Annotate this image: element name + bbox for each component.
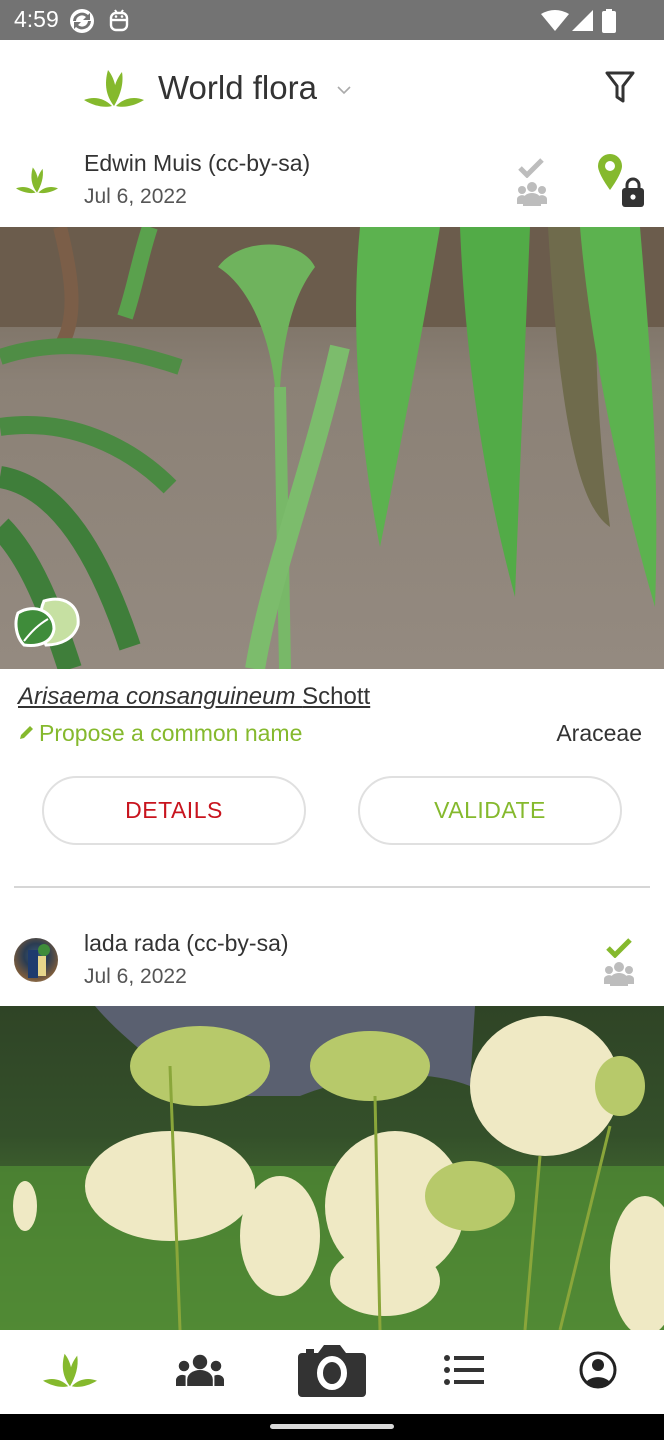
cell-signal-icon: [572, 10, 594, 37]
group-icon: [176, 1354, 224, 1391]
species-name: Arisaema consanguineum: [18, 683, 296, 710]
plantnet-leaf-logo: [84, 68, 144, 113]
sync-app-icon: [68, 7, 96, 40]
filter-icon[interactable]: [604, 70, 636, 109]
list-icon: [444, 1354, 484, 1390]
plantnet-leaf-avatar: [16, 166, 60, 210]
user-photo-avatar[interactable]: [14, 938, 58, 982]
camera-tab[interactable]: [266, 1330, 398, 1414]
propose-common-name-link[interactable]: Propose a common name: [18, 720, 302, 747]
species-authority: Schott: [302, 683, 371, 710]
chevron-down-icon[interactable]: [336, 82, 352, 100]
location-pin-icon[interactable]: [597, 154, 623, 195]
group-icon: [604, 960, 634, 991]
camera-icon: [298, 1343, 366, 1402]
flora-tab[interactable]: [4, 1330, 136, 1414]
leaf-icon: [43, 1352, 97, 1393]
author-name[interactable]: lada rada (cc-by-sa): [84, 930, 289, 957]
app-bar: World flora: [0, 40, 664, 140]
group-icon: [517, 180, 547, 211]
observation-date: Jul 6, 2022: [84, 965, 187, 988]
wifi-icon: [541, 10, 569, 37]
community-tab[interactable]: [134, 1330, 266, 1414]
observation-photo[interactable]: [0, 1006, 664, 1330]
details-button[interactable]: DETAILS: [42, 776, 306, 845]
battery-icon: [602, 9, 616, 38]
account-circle-icon: [579, 1351, 617, 1394]
meadowsweet-photo: [0, 1006, 664, 1330]
leaf-badge-icon: [14, 595, 80, 654]
notification-app-icon: [108, 9, 130, 38]
bottom-navigation: [0, 1330, 664, 1414]
validate-button[interactable]: VALIDATE: [358, 776, 622, 845]
status-time: 4:59: [14, 6, 59, 32]
observation-photo[interactable]: [0, 227, 664, 669]
observation-header[interactable]: Edwin Muis (cc-by-sa) Jul 6, 2022: [0, 140, 664, 226]
propose-label: Propose a common name: [39, 720, 303, 746]
observation-header[interactable]: lada rada (cc-by-sa) Jul 6, 2022: [0, 920, 664, 1006]
scientific-name-link[interactable]: Arisaema consanguineum Schott: [18, 683, 370, 711]
list-tab[interactable]: [398, 1330, 530, 1414]
author-name[interactable]: Edwin Muis (cc-by-sa): [84, 150, 310, 177]
observation-date: Jul 6, 2022: [84, 185, 187, 208]
status-bar: 4:59: [0, 0, 664, 40]
arisaema-photo: [0, 227, 664, 669]
lock-icon: [621, 177, 645, 212]
pencil-icon: [18, 720, 36, 747]
flora-title[interactable]: World flora: [158, 69, 317, 107]
home-gesture-handle[interactable]: [270, 1424, 394, 1429]
system-navigation-bar: [0, 1414, 664, 1440]
post-divider: [14, 886, 650, 888]
family-name: Araceae: [556, 720, 642, 746]
profile-tab[interactable]: [532, 1330, 664, 1414]
